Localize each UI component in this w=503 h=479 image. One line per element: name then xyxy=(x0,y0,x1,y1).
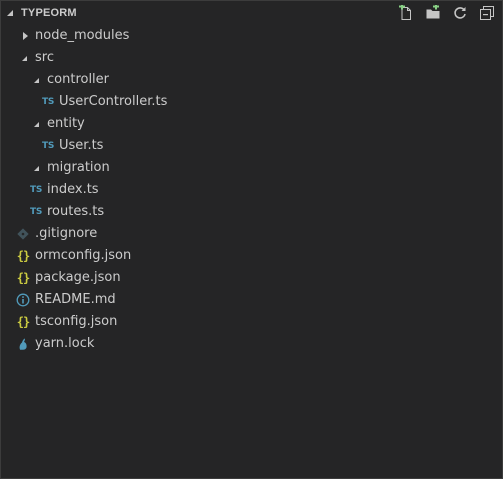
tree-item-label: index.ts xyxy=(47,182,99,197)
typescript-icon: TS xyxy=(41,97,55,107)
json-icon: {} xyxy=(16,271,30,285)
tree-item-entity[interactable]: entity xyxy=(1,113,502,135)
typescript-icon: TS xyxy=(29,207,43,217)
tree-item-label: node_modules xyxy=(35,28,130,43)
tree-item-label: src xyxy=(35,50,54,65)
typescript-icon: TS xyxy=(41,141,55,151)
tree-item-migration[interactable]: migration xyxy=(1,157,502,179)
file-tree: node_modules src controller TS UserContr… xyxy=(1,25,502,355)
tree-item-label: package.json xyxy=(35,270,121,285)
refresh-icon[interactable] xyxy=(449,4,471,22)
tree-item-routes-ts[interactable]: TS routes.ts xyxy=(1,201,502,223)
tree-item-ormconfig-json[interactable]: {} ormconfig.json xyxy=(1,245,502,267)
chevron-down-icon[interactable] xyxy=(21,47,31,69)
json-icon: {} xyxy=(16,249,30,263)
tree-item-label: routes.ts xyxy=(47,204,105,219)
new-folder-icon[interactable] xyxy=(422,4,444,22)
tree-item-label: tsconfig.json xyxy=(35,314,118,329)
tree-item-label: UserController.ts xyxy=(59,94,168,109)
tree-item-package-json[interactable]: {} package.json xyxy=(1,267,502,289)
tree-item-user-ts[interactable]: TS User.ts xyxy=(1,135,502,157)
tree-item-label: yarn.lock xyxy=(35,336,95,351)
new-file-icon[interactable] xyxy=(395,4,417,22)
tree-item-label: controller xyxy=(47,72,110,87)
tree-item-label: README.md xyxy=(35,292,116,307)
tree-item-label: entity xyxy=(47,116,85,131)
tree-item-usercontroller-ts[interactable]: TS UserController.ts xyxy=(1,91,502,113)
tree-item-tsconfig-json[interactable]: {} tsconfig.json xyxy=(1,311,502,333)
section-title: TYPEORM xyxy=(21,7,77,19)
tree-item-label: .gitignore xyxy=(35,226,98,241)
tree-item-label: User.ts xyxy=(59,138,104,153)
tree-item-yarn-lock[interactable]: yarn.lock xyxy=(1,333,502,355)
header-actions xyxy=(395,4,498,22)
tree-item-label: ormconfig.json xyxy=(35,248,132,263)
explorer-section-header[interactable]: TYPEORM xyxy=(1,1,502,25)
explorer-panel: TYPEORM node_modules src controller TS U… xyxy=(0,0,503,479)
tree-item-label: migration xyxy=(47,160,110,175)
typescript-icon: TS xyxy=(29,185,43,195)
git-icon xyxy=(15,223,31,245)
chevron-right-icon[interactable] xyxy=(21,25,31,47)
chevron-down-icon[interactable] xyxy=(33,157,43,179)
collapse-all-icon[interactable] xyxy=(476,4,498,22)
chevron-down-icon[interactable] xyxy=(33,113,43,135)
tree-item-gitignore[interactable]: .gitignore xyxy=(1,223,502,245)
json-icon: {} xyxy=(16,315,30,329)
chevron-down-icon[interactable] xyxy=(33,69,43,91)
tree-item-controller[interactable]: controller xyxy=(1,69,502,91)
tree-item-node-modules[interactable]: node_modules xyxy=(1,25,502,47)
tree-item-src[interactable]: src xyxy=(1,47,502,69)
yarn-icon xyxy=(15,333,31,355)
info-icon xyxy=(15,289,31,311)
tree-item-readme-md[interactable]: README.md xyxy=(1,289,502,311)
tree-item-index-ts[interactable]: TS index.ts xyxy=(1,179,502,201)
chevron-down-icon[interactable] xyxy=(7,10,13,16)
